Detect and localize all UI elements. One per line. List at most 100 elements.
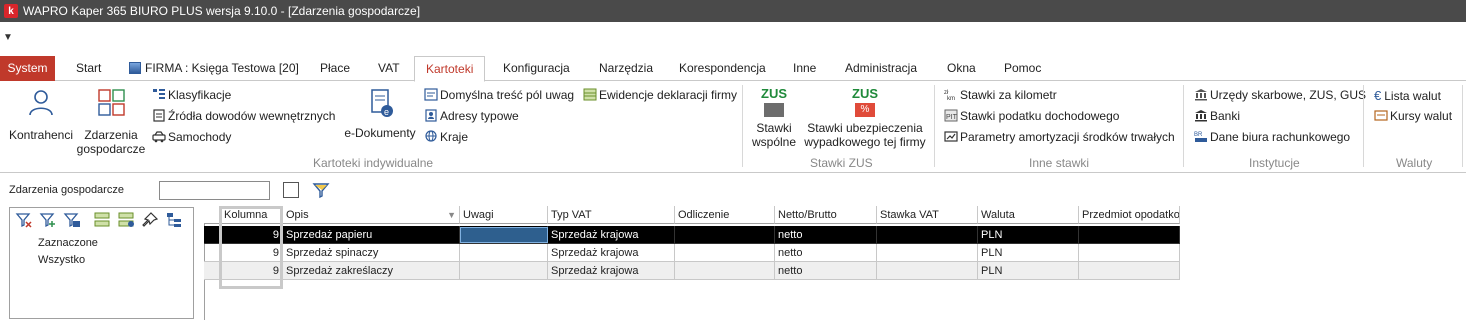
cell-typ-vat[interactable]: Sprzedaż krajowa bbox=[548, 262, 675, 280]
tab-place[interactable]: Płace bbox=[320, 56, 350, 81]
tree-expand-icon[interactable] bbox=[93, 211, 111, 229]
cell-netto-brutto[interactable]: netto bbox=[775, 262, 877, 280]
cell-kolumna[interactable]: 9 bbox=[221, 226, 283, 244]
kontrahenci-button[interactable]: Kontrahenci bbox=[8, 87, 74, 142]
urzedy-button[interactable]: Urzędy skarbowe, ZUS, GUS bbox=[1194, 88, 1366, 102]
tab-start[interactable]: Start bbox=[76, 56, 101, 81]
cell-odliczenie[interactable] bbox=[675, 244, 775, 262]
samochody-button[interactable]: Samochody bbox=[152, 130, 231, 144]
ewidencje-deklaracji-button[interactable]: Ewidencje deklaracji firmy bbox=[583, 88, 737, 102]
adresy-typowe-button[interactable]: Adresy typowe bbox=[424, 109, 519, 123]
tab-pomoc[interactable]: Pomoc bbox=[1004, 56, 1041, 81]
tab-system[interactable]: System bbox=[0, 56, 55, 81]
kursy-walut-button[interactable]: Kursy walut bbox=[1374, 109, 1452, 123]
cell-odliczenie[interactable] bbox=[675, 226, 775, 244]
cell-kolumna[interactable]: 9 bbox=[221, 262, 283, 280]
tab-okna[interactable]: Okna bbox=[947, 56, 976, 81]
cell-waluta[interactable]: PLN bbox=[978, 226, 1079, 244]
cell-uwagi[interactable] bbox=[460, 244, 548, 262]
tab-kartoteki[interactable]: Kartoteki bbox=[414, 56, 486, 82]
column-header-odliczenie[interactable]: Odliczenie bbox=[675, 206, 775, 224]
focused-cell-editor[interactable] bbox=[460, 227, 548, 243]
row-indicator[interactable] bbox=[204, 244, 221, 262]
cell-waluta[interactable]: PLN bbox=[978, 262, 1079, 280]
klasyfikacje-button[interactable]: Klasyfikacje bbox=[152, 88, 231, 102]
cell-typ-vat[interactable]: Sprzedaż krajowa bbox=[548, 244, 675, 262]
column-header-uwagi[interactable]: Uwagi bbox=[460, 206, 548, 224]
domyslna-tresc-button[interactable]: Domyślna treść pól uwag bbox=[424, 88, 574, 102]
classification-tree-panel: Zaznaczone Wszystko bbox=[9, 207, 194, 319]
stawki-za-kilometr-button[interactable]: zł km Stawki za kilometr bbox=[944, 88, 1057, 102]
cell-waluta[interactable]: PLN bbox=[978, 244, 1079, 262]
e-dokumenty-button[interactable]: e e-Dokumenty bbox=[342, 87, 418, 140]
tab-narzedzia[interactable]: Narzędzia bbox=[599, 56, 653, 81]
tab-vat[interactable]: VAT bbox=[378, 56, 400, 81]
stawki-wypadkowe-label-1: Stawki ubezpieczenia bbox=[807, 121, 923, 135]
column-header-opis[interactable]: Opis ▼ bbox=[283, 206, 460, 224]
row-indicator[interactable] bbox=[204, 262, 221, 280]
urzedy-label: Urzędy skarbowe, ZUS, GUS bbox=[1210, 88, 1367, 102]
banki-button[interactable]: Banki bbox=[1194, 109, 1240, 123]
title-bar: k WAPRO Kaper 365 BIURO PLUS wersja 9.10… bbox=[0, 0, 1466, 22]
sort-filter-icon[interactable]: ▼ bbox=[447, 206, 456, 223]
table-row[interactable]: 9 Sprzedaż papieru Sprzedaż krajowa nett… bbox=[204, 226, 1180, 244]
zus-rate-box-icon bbox=[764, 103, 784, 117]
cell-opis[interactable]: Sprzedaż zakreślaczy bbox=[283, 262, 460, 280]
tab-firma[interactable]: FIRMA : Księga Testowa [20] bbox=[129, 56, 299, 81]
column-header-stawka-vat[interactable]: Stawka VAT bbox=[877, 206, 978, 224]
row-indicator[interactable] bbox=[204, 226, 221, 244]
window-title: WAPRO Kaper 365 BIURO PLUS wersja 9.10.0… bbox=[23, 4, 421, 18]
cell-stawka-vat[interactable] bbox=[877, 262, 978, 280]
cell-odliczenie[interactable] bbox=[675, 262, 775, 280]
cell-stawka-vat[interactable] bbox=[877, 226, 978, 244]
parametry-amortyzacji-button[interactable]: Parametry amortyzacji środków trwałych bbox=[944, 130, 1175, 144]
svg-text:e: e bbox=[384, 107, 389, 117]
column-header-typ-vat[interactable]: Typ VAT bbox=[548, 206, 675, 224]
tree-item-wszystko[interactable]: Wszystko bbox=[38, 254, 85, 266]
stawki-wspolne-button[interactable]: ZUS Stawki wspólne bbox=[750, 87, 798, 150]
pin-icon[interactable] bbox=[141, 211, 159, 229]
column-header-waluta[interactable]: Waluta bbox=[978, 206, 1079, 224]
zus-accident-icon: ZUS bbox=[852, 86, 878, 101]
dane-biura-button[interactable]: BR Dane biura rachunkowego bbox=[1194, 130, 1350, 144]
stawki-podatku-button[interactable]: PIT Stawki podatku dochodowego bbox=[944, 109, 1119, 123]
cell-kolumna[interactable]: 9 bbox=[221, 244, 283, 262]
tab-konfiguracja[interactable]: Konfiguracja bbox=[503, 56, 570, 81]
filter-search-input[interactable] bbox=[159, 181, 270, 200]
tab-korespondencja[interactable]: Korespondencja bbox=[679, 56, 766, 81]
cell-uwagi[interactable] bbox=[460, 262, 548, 280]
tree-structure-icon[interactable] bbox=[165, 211, 183, 229]
clear-filter-icon[interactable] bbox=[15, 211, 33, 229]
cell-opis[interactable]: Sprzedaż spinaczy bbox=[283, 244, 460, 262]
zdarzenia-gospodarcze-button[interactable]: Zdarzenia gospodarcze bbox=[76, 87, 146, 156]
cell-przedmiot[interactable] bbox=[1079, 244, 1180, 262]
lista-walut-button[interactable]: € Lista walut bbox=[1374, 88, 1441, 103]
column-header-przedmiot[interactable]: Przedmiot opodatko bbox=[1079, 206, 1180, 224]
cell-netto-brutto[interactable]: netto bbox=[775, 244, 877, 262]
lista-walut-label: Lista walut bbox=[1384, 89, 1441, 103]
column-header-kolumna[interactable]: Kolumna bbox=[221, 206, 283, 224]
classification-icon bbox=[153, 89, 165, 99]
tree-item-zaznaczone[interactable]: Zaznaczone bbox=[38, 237, 98, 249]
tree-refresh-icon[interactable] bbox=[117, 211, 135, 229]
filter-checkbox[interactable] bbox=[283, 182, 299, 198]
stawki-wypadkowe-button[interactable]: ZUS % Stawki ubezpieczenia wypadkowego t… bbox=[802, 86, 928, 150]
cell-przedmiot[interactable] bbox=[1079, 226, 1180, 244]
table-row[interactable]: 9 Sprzedaż spinaczy Sprzedaż krajowa net… bbox=[204, 244, 1180, 262]
cell-opis[interactable]: Sprzedaż papieru bbox=[283, 226, 460, 244]
table-row[interactable]: 9 Sprzedaż zakreślaczy Sprzedaż krajowa … bbox=[204, 262, 1180, 280]
cell-netto-brutto[interactable]: netto bbox=[775, 226, 877, 244]
quick-access-dropdown-icon[interactable]: ▼ bbox=[3, 32, 13, 43]
filter-table-icon[interactable] bbox=[63, 211, 81, 229]
filter-add-icon[interactable] bbox=[39, 211, 57, 229]
zrodla-dowodow-button[interactable]: Źródła dowodów wewnętrznych bbox=[152, 109, 335, 123]
filter-funnel-icon[interactable] bbox=[312, 181, 330, 199]
kraje-button[interactable]: Kraje bbox=[424, 130, 468, 144]
cell-typ-vat[interactable]: Sprzedaż krajowa bbox=[548, 226, 675, 244]
ribbon-separator bbox=[742, 85, 743, 167]
column-header-netto-brutto[interactable]: Netto/Brutto bbox=[775, 206, 877, 224]
cell-stawka-vat[interactable] bbox=[877, 244, 978, 262]
tab-inne[interactable]: Inne bbox=[793, 56, 816, 81]
tab-administracja[interactable]: Administracja bbox=[845, 56, 917, 81]
cell-przedmiot[interactable] bbox=[1079, 262, 1180, 280]
